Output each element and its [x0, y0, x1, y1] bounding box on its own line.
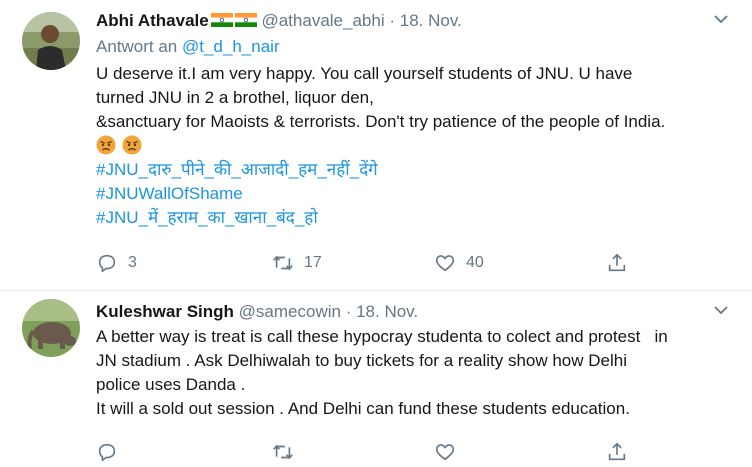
retweet-count: 17: [304, 254, 322, 271]
reply-button[interactable]: 3: [96, 250, 137, 276]
like-count: 40: [466, 254, 484, 271]
retweet-icon: [273, 444, 293, 460]
share-button[interactable]: [606, 250, 628, 276]
retweet-button[interactable]: [272, 439, 294, 465]
india-flag-icon: [210, 11, 233, 27]
avatar[interactable]: [22, 299, 80, 357]
tweet-line: JN stadium . Ask Delhiwalah to buy ticke…: [96, 351, 628, 370]
user-handle[interactable]: @athavale_abhi: [261, 11, 384, 30]
reply-icon: [98, 254, 116, 273]
share-button[interactable]: [606, 439, 628, 465]
tweet-line: A better way is treat is call these hypo…: [96, 327, 668, 346]
reply-icon: [98, 443, 116, 462]
heart-icon: [435, 255, 455, 272]
reply-button[interactable]: [96, 439, 118, 465]
reply-mention[interactable]: @t_d_h_nair: [182, 37, 280, 56]
chevron-down-icon[interactable]: [714, 305, 728, 315]
tweet-line: turned JNU in 2 a brothel, liquor den,: [96, 88, 374, 107]
tweet-header: Kuleshwar Singh @samecowin · 18. Nov.: [96, 301, 734, 323]
display-name[interactable]: Abhi Athavale: [96, 11, 209, 30]
hashtag-link[interactable]: #JNU_में_हराम_का_खाना_बंद_हो: [96, 208, 318, 227]
like-button[interactable]: 40: [434, 250, 484, 276]
share-icon: [608, 253, 626, 272]
tweet[interactable]: Abhi Athavale @athavale_abhi · 18. Nov. …: [0, 0, 752, 291]
tweet-date[interactable]: 18. Nov.: [400, 11, 462, 30]
like-button[interactable]: [434, 439, 456, 465]
tweet-line: It will a sold out session . And Delhi c…: [96, 399, 630, 418]
separator-dot: ·: [389, 11, 396, 30]
tweet-actions: [96, 439, 656, 465]
avatar[interactable]: [22, 12, 80, 70]
tweet-date[interactable]: 18. Nov.: [356, 302, 418, 321]
reply-context: Antwort an @t_d_h_nair: [96, 35, 734, 59]
retweet-button[interactable]: 17: [272, 250, 322, 276]
separator-dot: ·: [345, 302, 352, 321]
tweet[interactable]: Kuleshwar Singh @samecowin · 18. Nov. A …: [0, 291, 752, 467]
hashtag-link[interactable]: #JNUWallOfShame: [96, 184, 243, 203]
tweet-actions: 3 17 40: [96, 250, 656, 276]
angry-face-icon: [96, 135, 116, 155]
chevron-down-icon[interactable]: [714, 14, 728, 24]
tweet-text: A better way is treat is call these hypo…: [96, 325, 734, 421]
emoji-row: [96, 134, 734, 158]
tweet-header: Abhi Athavale @athavale_abhi · 18. Nov.: [96, 10, 734, 32]
tweet-line: &sanctuary for Maoists & terrorists. Don…: [96, 112, 666, 131]
reply-count: 3: [128, 254, 137, 271]
user-handle[interactable]: @samecowin: [239, 302, 341, 321]
tweet-line: police uses Danda .: [96, 375, 246, 394]
share-icon: [608, 442, 626, 461]
retweet-icon: [273, 255, 293, 271]
angry-face-icon: [122, 135, 142, 155]
tweet-line: U deserve it.I am very happy. You call y…: [96, 64, 633, 83]
reply-prefix: Antwort an: [96, 37, 178, 56]
tweet-text: U deserve it.I am very happy. You call y…: [96, 62, 734, 230]
display-name[interactable]: Kuleshwar Singh: [96, 302, 234, 321]
india-flag-icon: [234, 11, 257, 27]
hashtag-link[interactable]: #JNU_दारु_पीने_की_आजादी_हम_नहीं_देंगे: [96, 160, 378, 179]
heart-icon: [435, 444, 455, 461]
